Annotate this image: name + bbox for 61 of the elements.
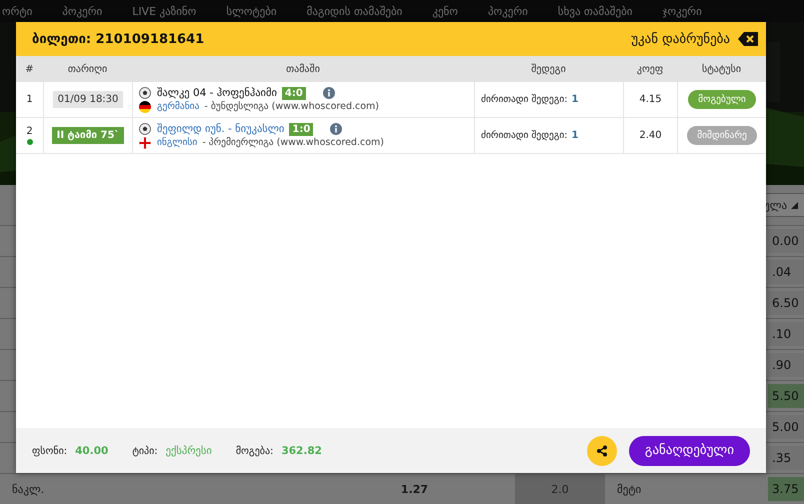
share-icon <box>596 444 608 456</box>
column-header: სტატუსი <box>677 56 766 82</box>
country-link[interactable]: გერმანია <box>157 101 200 112</box>
odds-value: 4.15 <box>639 94 662 105</box>
nav-link[interactable]: პოკერი <box>488 4 528 18</box>
nav-link[interactable]: LIVE კაზინო <box>132 4 196 18</box>
back-button[interactable]: უკან დაბრუნება <box>631 32 758 46</box>
bet-text: ძირითადი შედეგი: 1 <box>481 130 578 141</box>
odds-value[interactable]: 5.50 <box>768 384 804 408</box>
germany-flag-icon <box>139 100 151 112</box>
outcome-label: ნაკლ. <box>11 482 46 496</box>
league-name: - ბუნდესლიგა (www.whoscored.com) <box>204 101 379 112</box>
ticket-title: ბილეთი: 210109181641 <box>32 32 204 46</box>
column-header: თარიღი <box>43 56 132 82</box>
score-badge: 1:0 <box>289 122 314 136</box>
status-badge: მიმდინარე <box>687 126 757 145</box>
match-link[interactable]: შეფილდ იუნ. - ნიუკასლი <box>157 123 284 135</box>
odds-value[interactable]: .04 <box>768 260 804 284</box>
match-name: შალკე 04 - ჰოფენჰაიმი <box>157 87 277 99</box>
soccer-ball-icon <box>139 123 151 135</box>
share-button[interactable] <box>586 436 617 466</box>
odds-value[interactable]: .35 <box>768 446 804 470</box>
backspace-icon <box>738 32 758 46</box>
column-header: კოეფ <box>623 56 677 82</box>
row-number: 1 <box>26 94 33 105</box>
column-header: # <box>16 56 43 82</box>
nav-link[interactable]: ჯოკერი <box>662 4 702 18</box>
nav-link[interactable]: მაგიდის თამაშები <box>306 4 402 18</box>
stake-label: ფსონი: 40.00 <box>32 444 108 456</box>
odds-value[interactable]: 3.75 <box>768 477 804 501</box>
nav-link[interactable]: ორტი <box>2 4 32 18</box>
live-time-badge: II ტაიმი 75` <box>52 127 124 144</box>
caret-icon <box>791 202 798 208</box>
nav-link[interactable]: სხვა თამაშები <box>558 4 632 18</box>
column-header: შედეგი <box>474 56 623 82</box>
league-name: - პრემიერლიგა (www.whoscored.com) <box>202 137 384 148</box>
odds-value: 2.40 <box>639 130 662 141</box>
score-badge: 4:0 <box>282 86 306 100</box>
odds-value[interactable]: .90 <box>768 353 804 377</box>
win-label: მოგება: 362.82 <box>236 444 322 456</box>
row-number: 2 <box>26 126 33 137</box>
soccer-ball-icon <box>139 87 151 99</box>
bet-text: ძირითადი შედეგი: 1 <box>481 94 578 105</box>
nav-link[interactable]: პოკერი <box>62 4 102 18</box>
odds-value[interactable]: 6.50 <box>768 291 804 315</box>
nav-link[interactable]: სლოტები <box>226 4 277 18</box>
nav-link[interactable]: კენო <box>432 4 458 18</box>
country-link[interactable]: ინგლისი <box>157 137 198 148</box>
type-label: ტიპი: ექსპრესი <box>132 444 212 456</box>
odds-value[interactable]: 0.00 <box>768 229 804 253</box>
outcome-label: მეტი <box>616 482 642 496</box>
column-header: თამაში <box>132 56 474 82</box>
cashed-out-button[interactable]: განაღდებული <box>628 436 750 466</box>
england-flag-icon <box>139 136 151 148</box>
odds-value[interactable]: .10 <box>768 322 804 346</box>
odds-value[interactable]: 5.00 <box>768 415 804 439</box>
odds-value[interactable]: 1.27 <box>342 482 475 496</box>
info-icon[interactable] <box>322 87 335 99</box>
status-badge: მოგებული <box>688 90 756 109</box>
match-time: 01/09 18:30 <box>52 91 124 108</box>
info-icon[interactable] <box>330 123 342 135</box>
